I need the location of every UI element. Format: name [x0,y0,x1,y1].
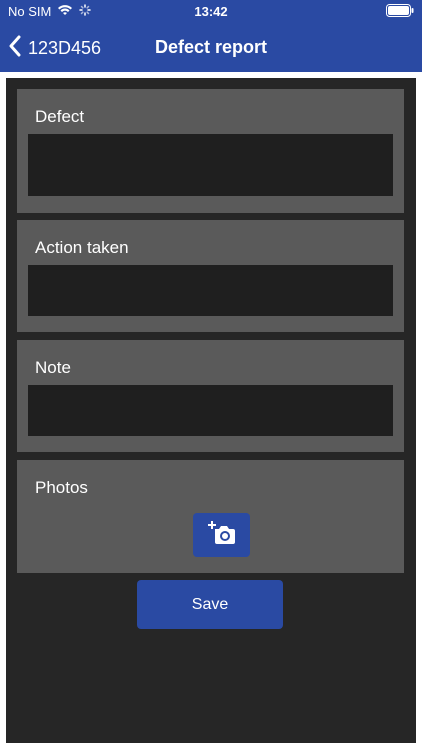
form-container: Defect Action taken Note Photos Save [6,78,416,743]
photos-label: Photos [35,478,88,497]
top-bar: No SIM 13:42 123D456 Defect report [0,0,422,72]
status-right [386,4,414,20]
note-input[interactable] [28,385,393,436]
page-title: Defect report [154,37,268,57]
nav-bar: 123D456 Defect report [0,24,422,72]
action-taken-input[interactable] [28,265,393,316]
note-card: Note [17,340,404,452]
photos-card: Photos [17,460,404,573]
action-taken-label: Action taken [35,238,129,257]
save-button[interactable]: Save [137,580,283,629]
note-label: Note [35,358,71,377]
action-taken-card: Action taken [17,220,404,332]
defect-label: Defect [35,107,85,126]
defect-input[interactable] [28,134,393,196]
status-bar: No SIM 13:42 [0,0,422,24]
battery-icon [386,4,414,20]
defect-card: Defect [17,89,404,213]
add-photo-button[interactable] [193,513,250,557]
status-time: 13:42 [194,4,228,19]
defect-report-screen: No SIM 13:42 123D456 Defect report Defec… [0,0,422,750]
add-photo-camera-icon [207,520,237,551]
